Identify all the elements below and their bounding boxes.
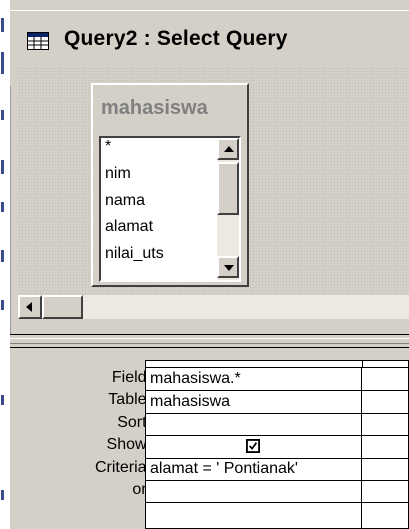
criteria-cell-2[interactable]: [362, 459, 409, 481]
field-cell-2[interactable]: [362, 368, 409, 391]
sort-cell-2[interactable]: [362, 414, 409, 436]
field-list-item[interactable]: nim: [105, 165, 131, 183]
or-cell-2[interactable]: [362, 481, 409, 503]
table-field-list-mahasiswa[interactable]: mahasiswa * nim nama alamat nilai_uts: [91, 83, 249, 287]
arrow-left-icon: [26, 302, 32, 312]
table-cell-2[interactable]: [362, 391, 409, 414]
datasheet-window-icon[interactable]: [27, 32, 49, 50]
title-top-divider: [10, 10, 409, 11]
scroll-left-button[interactable]: [18, 295, 42, 319]
window-title: Query2 : Select Query: [64, 27, 288, 50]
scroll-down-button[interactable]: [217, 256, 239, 278]
table-name: mahasiswa: [101, 97, 208, 119]
criteria-cell[interactable]: alamat = ' Pontianak': [145, 459, 362, 481]
sort-cell[interactable]: [145, 414, 362, 436]
arrow-down-icon: [224, 265, 234, 271]
column-selector-bar[interactable]: [145, 360, 409, 368]
column-divider: [362, 360, 363, 368]
field-list-item[interactable]: alamat: [105, 218, 153, 236]
field-cell[interactable]: mahasiswa.*: [145, 368, 362, 391]
field-list-item[interactable]: nilai_uts: [105, 245, 164, 263]
row-label-criteria: Criteria:: [94, 459, 151, 476]
show-cell[interactable]: [145, 436, 362, 459]
extra-row-cell[interactable]: [145, 503, 362, 529]
show-checkbox[interactable]: [246, 439, 260, 453]
design-pane-horizontal-scrollbar[interactable]: [18, 295, 409, 319]
table-cell[interactable]: mahasiswa: [145, 391, 362, 414]
scroll-thumb[interactable]: [217, 162, 239, 215]
show-cell-2[interactable]: [362, 436, 409, 459]
field-list-scrollbar[interactable]: [217, 138, 239, 280]
field-list[interactable]: * nim nama alamat nilai_uts: [99, 136, 241, 282]
pane-splitter[interactable]: [10, 334, 409, 348]
extra-row-cell-2[interactable]: [362, 503, 409, 529]
arrow-up-icon: [224, 146, 234, 152]
scroll-up-button[interactable]: [217, 138, 239, 160]
scroll-thumb-horizontal[interactable]: [42, 295, 83, 319]
or-cell[interactable]: [145, 481, 362, 503]
field-list-item[interactable]: nama: [105, 192, 145, 210]
field-list-item[interactable]: *: [105, 138, 111, 156]
